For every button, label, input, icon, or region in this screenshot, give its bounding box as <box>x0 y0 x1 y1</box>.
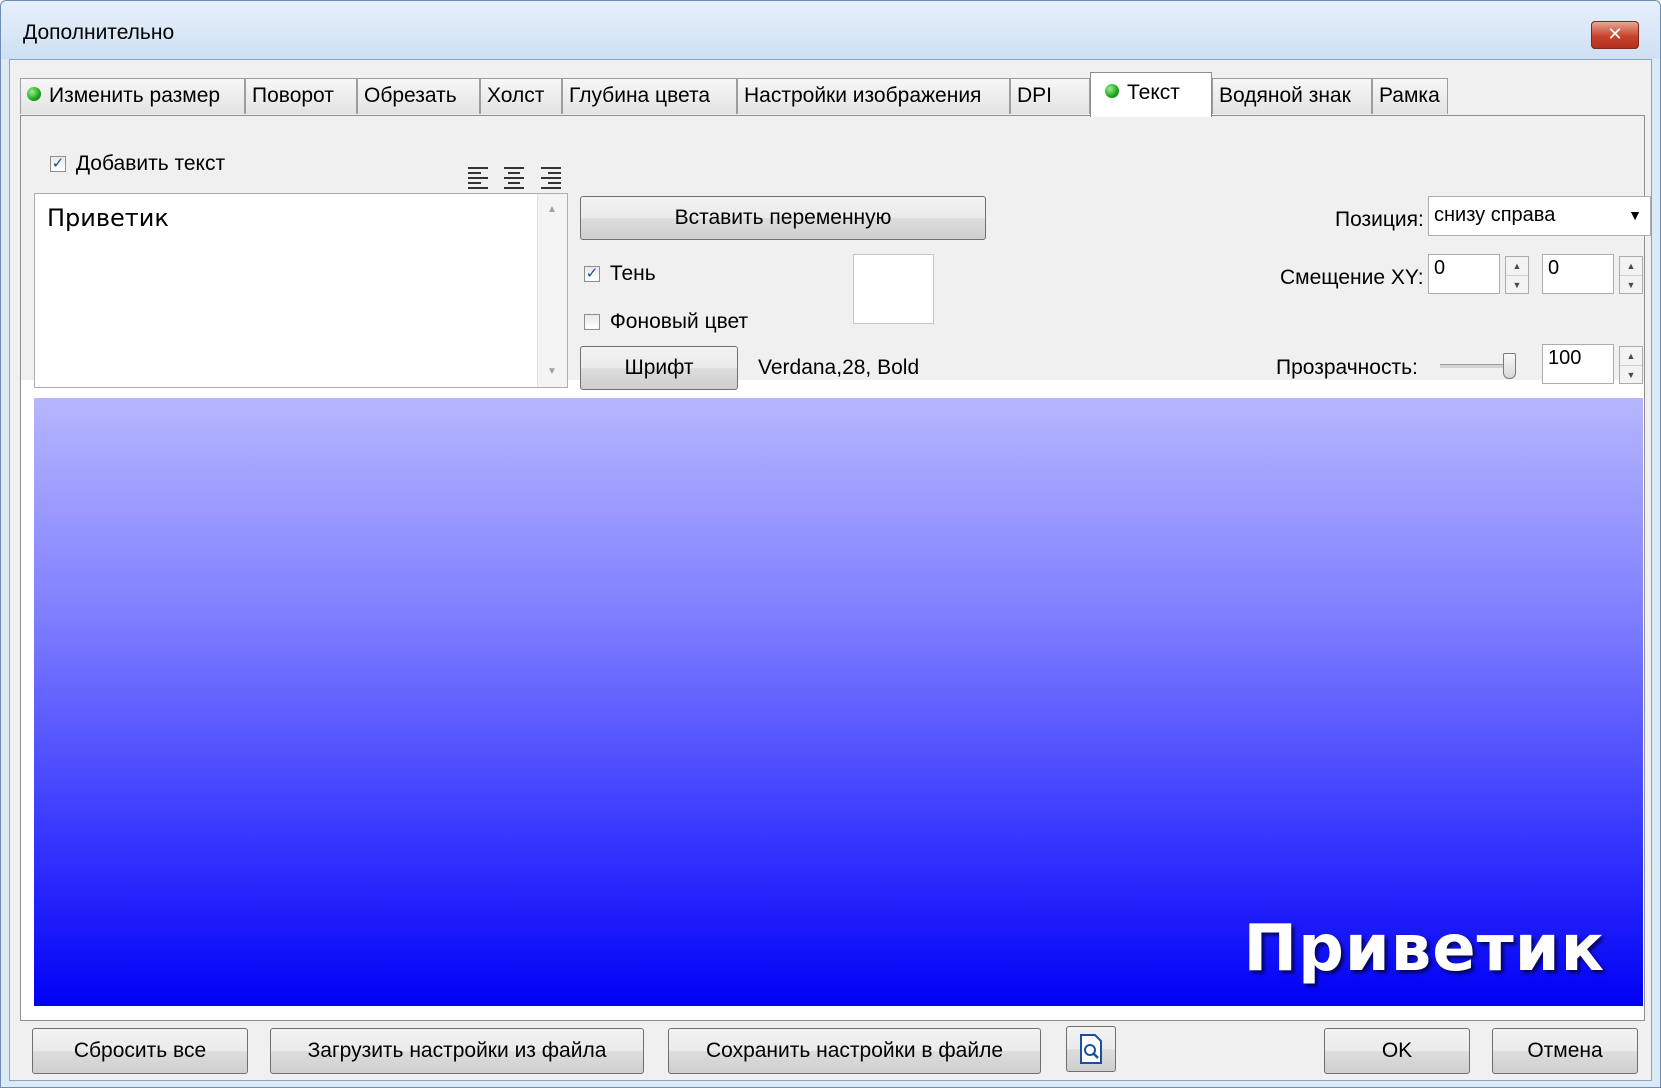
color-swatch[interactable] <box>853 254 934 324</box>
position-label: Позиция: <box>1335 208 1424 231</box>
preview-canvas: Приветик <box>34 398 1643 1006</box>
close-button[interactable]: ✕ <box>1591 21 1639 49</box>
tab-dpi[interactable]: DPI <box>1010 78 1090 114</box>
font-value: Verdana,28, Bold <box>758 356 920 379</box>
cancel-button[interactable]: Отмена <box>1492 1028 1638 1074</box>
position-select[interactable]: снизу справа ▼ <box>1428 196 1651 236</box>
tab-label: Текст <box>1127 81 1180 104</box>
window-title: Дополнительно <box>23 21 175 44</box>
opacity-input[interactable]: 100 <box>1542 344 1614 384</box>
stepper-down-icon[interactable]: ▼ <box>1506 276 1528 294</box>
checkbox-checked-icon: ✓ <box>50 155 66 173</box>
offset-x-stepper[interactable]: ▲ ▼ <box>1505 256 1529 294</box>
shadow-label: Тень <box>609 262 656 285</box>
tab-label: Водяной знак <box>1219 84 1351 107</box>
offset-x-input[interactable]: 0 <box>1428 254 1500 294</box>
opacity-label: Прозрачность: <box>1276 356 1418 379</box>
stepper-up-icon[interactable]: ▲ <box>1620 347 1642 366</box>
status-dot-icon <box>27 87 41 102</box>
scroll-up-icon[interactable]: ▲ <box>547 204 557 215</box>
chevron-down-icon: ▼ <box>1628 207 1642 223</box>
tab-label: Холст <box>487 84 545 107</box>
title-bar: Дополнительно ✕ <box>1 1 1660 59</box>
checkbox-unchecked-icon <box>584 314 600 331</box>
tab-canvas[interactable]: Холст <box>480 78 562 114</box>
preview-text: Приветик <box>1243 912 1605 986</box>
tab-resize[interactable]: Изменить размер <box>20 78 245 114</box>
tab-label: DPI <box>1017 84 1053 107</box>
tab-image-settings[interactable]: Настройки изображения <box>737 78 1010 114</box>
tab-color-depth[interactable]: Глубина цвета <box>562 78 737 114</box>
font-button[interactable]: Шрифт <box>580 346 738 390</box>
scroll-down-icon[interactable]: ▼ <box>547 366 557 377</box>
insert-variable-button[interactable]: Вставить переменную <box>580 196 986 240</box>
tab-frame[interactable]: Рамка <box>1372 78 1448 114</box>
text-input-value: Приветик <box>47 204 169 232</box>
tab-label: Глубина цвета <box>569 84 711 107</box>
tab-text[interactable]: Текст <box>1090 72 1212 117</box>
close-icon: ✕ <box>1607 24 1623 44</box>
tab-label: Изменить размер <box>49 84 221 107</box>
stepper-up-icon[interactable]: ▲ <box>1506 257 1528 276</box>
opacity-stepper[interactable]: ▲ ▼ <box>1619 346 1643 384</box>
add-text-checkbox[interactable]: ✓ Добавить текст <box>50 152 225 176</box>
align-right-icon[interactable] <box>540 165 562 195</box>
bg-color-checkbox[interactable]: Фоновый цвет <box>584 310 748 334</box>
reset-all-button[interactable]: Сбросить все <box>32 1028 248 1074</box>
align-left-icon[interactable] <box>467 165 489 195</box>
opacity-slider-track[interactable] <box>1440 364 1512 368</box>
tab-label: Рамка <box>1379 84 1440 107</box>
document-search-icon <box>1080 1034 1102 1064</box>
load-settings-button[interactable]: Загрузить настройки из файла <box>270 1028 644 1074</box>
status-dot-icon <box>1105 84 1119 99</box>
tab-crop[interactable]: Обрезать <box>357 78 480 114</box>
tab-rotate[interactable]: Поворот <box>245 78 357 114</box>
tab-label: Настройки изображения <box>744 84 982 107</box>
shadow-checkbox[interactable]: ✓ Тень <box>584 262 656 286</box>
opacity-slider-thumb[interactable] <box>1503 353 1516 379</box>
offset-label: Смещение XY: <box>1280 266 1424 289</box>
bg-color-label: Фоновый цвет <box>609 310 749 333</box>
add-text-label: Добавить текст <box>75 152 226 175</box>
position-value: снизу справа <box>1434 204 1556 226</box>
text-scrollbar[interactable]: ▲ ▼ <box>537 194 567 387</box>
tab-label: Поворот <box>252 84 334 107</box>
tab-watermark[interactable]: Водяной знак <box>1212 78 1372 114</box>
tab-label: Обрезать <box>364 84 457 107</box>
stepper-down-icon[interactable]: ▼ <box>1620 276 1642 294</box>
checkbox-checked-icon: ✓ <box>584 265 600 283</box>
stepper-down-icon[interactable]: ▼ <box>1620 366 1642 384</box>
preview-button[interactable] <box>1066 1026 1116 1072</box>
offset-y-stepper[interactable]: ▲ ▼ <box>1619 256 1643 294</box>
offset-y-input[interactable]: 0 <box>1542 254 1614 294</box>
ok-button[interactable]: OK <box>1324 1028 1470 1074</box>
save-settings-button[interactable]: Сохранить настройки в файле <box>668 1028 1041 1074</box>
align-center-icon[interactable] <box>503 165 525 195</box>
stepper-up-icon[interactable]: ▲ <box>1620 257 1642 276</box>
text-input-area[interactable]: Приветик ▲ ▼ <box>34 193 568 388</box>
